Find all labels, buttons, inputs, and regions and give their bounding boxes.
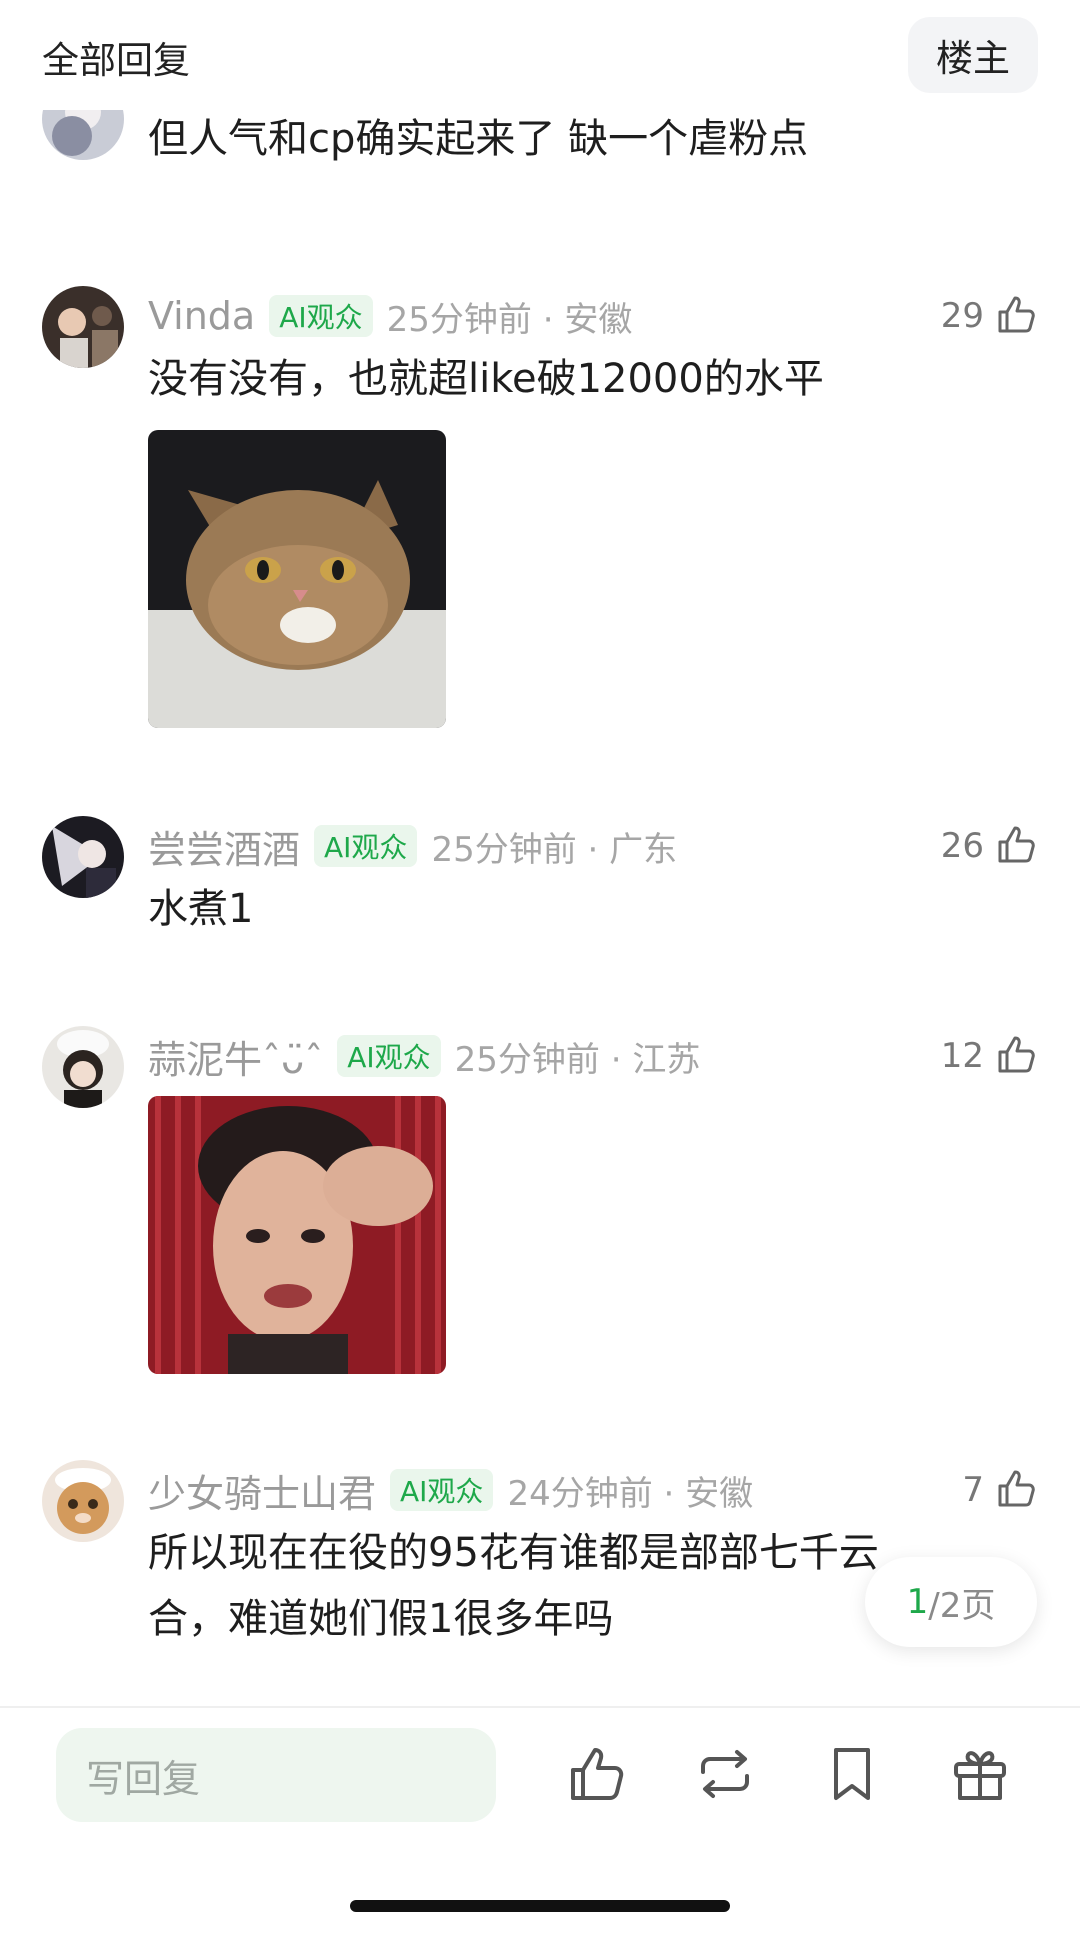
- current-page: 1: [906, 1582, 929, 1622]
- ai-audience-badge: AI观众: [390, 1469, 494, 1511]
- thumbs-up-icon: [994, 1032, 1038, 1080]
- comment-meta: 少女骑士山君 AI观众 24分钟前 · 安徽: [148, 1463, 754, 1518]
- home-indicator: [350, 1900, 730, 1912]
- username[interactable]: 尝尝酒酒: [148, 819, 300, 874]
- comment-text: 水煮1: [148, 886, 254, 932]
- username[interactable]: 蒜泥牛ˆᴗ̈ˆ: [148, 1029, 323, 1084]
- username[interactable]: 少女骑士山君: [148, 1463, 376, 1518]
- time-location: 25分钟前 · 广东: [431, 829, 678, 870]
- comment-text: 没有没有，也就超like破12000的水平: [148, 356, 824, 402]
- ai-audience-badge: AI观众: [314, 825, 418, 867]
- avatar[interactable]: [42, 286, 124, 368]
- ai-audience-badge: AI观众: [269, 295, 373, 337]
- page-title: 全部回复: [42, 39, 190, 82]
- avatar[interactable]: [42, 1460, 124, 1542]
- time-location: 25分钟前 · 安徽: [386, 299, 633, 340]
- owner-only-button[interactable]: 楼主: [908, 17, 1038, 93]
- like-button[interactable]: 29: [941, 291, 1038, 341]
- avatar[interactable]: [42, 816, 124, 898]
- comment-text: 但人气和cp确实起来了 缺一个虐粉点: [148, 116, 809, 162]
- like-button[interactable]: 12: [941, 1031, 1038, 1081]
- comment-text-line-1: 所以现在在役的95花有谁都是部部七千云: [148, 1530, 879, 1576]
- avatar[interactable]: [42, 1026, 124, 1108]
- like-button[interactable]: 7: [962, 1465, 1038, 1515]
- username[interactable]: Vinda: [148, 294, 255, 338]
- page-indicator[interactable]: 1 /2页: [865, 1557, 1037, 1647]
- thumbs-up-icon[interactable]: [565, 1742, 629, 1806]
- cat-photo[interactable]: [148, 430, 446, 728]
- comment-meta: 蒜泥牛ˆᴗ̈ˆ AI观众 25分钟前 · 江苏: [148, 1029, 701, 1084]
- comment-meta: Vinda AI观众 25分钟前 · 安徽: [148, 291, 632, 341]
- thumbs-up-icon: [994, 292, 1038, 340]
- total-pages: /2页: [928, 1585, 996, 1626]
- like-button[interactable]: 26: [941, 821, 1038, 871]
- like-count: 12: [940, 1036, 984, 1076]
- thumbs-up-icon: [994, 822, 1038, 870]
- bottom-divider: [0, 1706, 1080, 1708]
- comment-text-line-2: 合，难道她们假1很多年吗: [148, 1596, 614, 1642]
- reply-input[interactable]: 写回复: [56, 1728, 496, 1822]
- header: 全部回复 楼主: [0, 0, 1080, 110]
- time-location: 24分钟前 · 安徽: [507, 1473, 754, 1514]
- woman-reaction-photo[interactable]: [148, 1096, 446, 1374]
- thumbs-up-icon: [994, 1466, 1038, 1514]
- repost-icon[interactable]: [693, 1742, 757, 1806]
- comment-meta: 尝尝酒酒 AI观众 25分钟前 · 广东: [148, 819, 678, 874]
- like-count: 29: [940, 296, 984, 336]
- like-count: 26: [940, 826, 984, 866]
- bookmark-icon[interactable]: [820, 1742, 884, 1806]
- gift-icon[interactable]: [948, 1742, 1012, 1806]
- like-count: 7: [962, 1470, 984, 1510]
- ai-audience-badge: AI观众: [337, 1035, 441, 1077]
- time-location: 25分钟前 · 江苏: [454, 1039, 701, 1080]
